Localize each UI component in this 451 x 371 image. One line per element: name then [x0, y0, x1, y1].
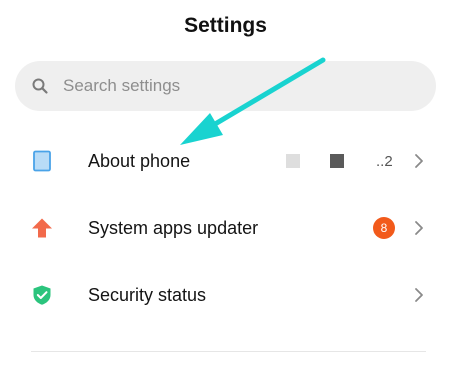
chevron-right-icon	[415, 154, 423, 168]
phone-outline-icon	[33, 150, 51, 172]
settings-item-system-apps-updater[interactable]: System apps updater 8	[0, 198, 451, 258]
search-bar[interactable]: Search settings	[15, 61, 436, 111]
search-icon	[32, 78, 48, 94]
page-title: Settings	[184, 14, 267, 37]
obscured-block	[330, 154, 344, 168]
chevron-right-icon	[415, 221, 423, 235]
settings-item-label: About phone	[88, 150, 191, 171]
settings-item-label: Security status	[88, 284, 207, 305]
settings-screen: Settings Search settings About phone ..2…	[0, 0, 451, 371]
settings-item-label: System apps updater	[88, 217, 259, 238]
search-input[interactable]: Search settings	[63, 76, 180, 96]
shield-check-icon	[33, 285, 51, 305]
settings-item-about-phone[interactable]: About phone ..2	[0, 131, 451, 191]
section-divider	[31, 351, 426, 352]
chevron-right-icon	[415, 288, 423, 302]
up-arrow-icon	[32, 218, 52, 238]
settings-item-security-status[interactable]: Security status	[0, 265, 451, 325]
update-count-badge: 8	[373, 217, 395, 239]
settings-item-value: ..2	[376, 152, 393, 170]
obscured-block	[286, 154, 300, 168]
